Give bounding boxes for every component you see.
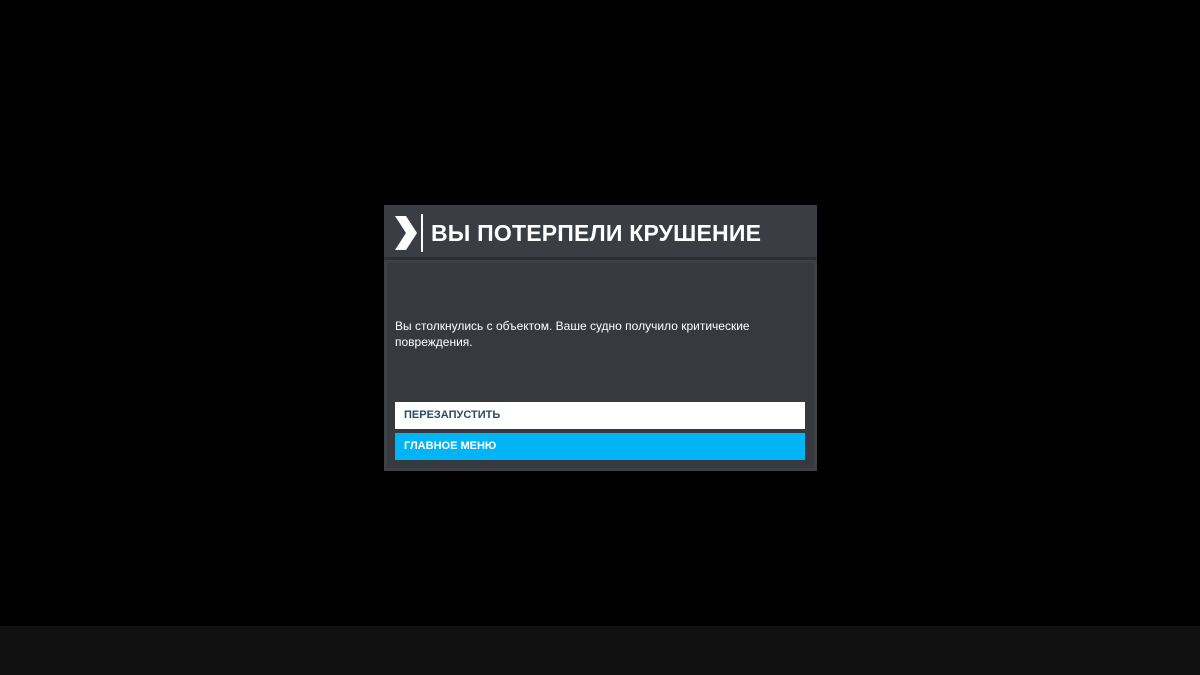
dialog-body: Вы столкнулись с объектом. Ваше судно по… [387, 263, 814, 468]
dialog-message: Вы столкнулись с объектом. Ваше судно по… [395, 319, 750, 349]
bottom-bar [0, 626, 1200, 675]
dialog-header: ВЫ ПОТЕРПЕЛИ КРУШЕНИЕ [384, 205, 817, 260]
chevron-right-icon [394, 214, 428, 252]
restart-button[interactable]: ПЕРЕЗАПУСТИТЬ [395, 402, 805, 429]
dialog-title: ВЫ ПОТЕРПЕЛИ КРУШЕНИЕ [431, 220, 762, 246]
main-menu-button[interactable]: ГЛАВНОЕ МЕНЮ [395, 433, 805, 460]
game-screen: ВЫ ПОТЕРПЕЛИ КРУШЕНИЕ Вы столкнулись с о… [0, 0, 1200, 675]
crash-dialog: ВЫ ПОТЕРПЕЛИ КРУШЕНИЕ Вы столкнулись с о… [384, 205, 817, 471]
